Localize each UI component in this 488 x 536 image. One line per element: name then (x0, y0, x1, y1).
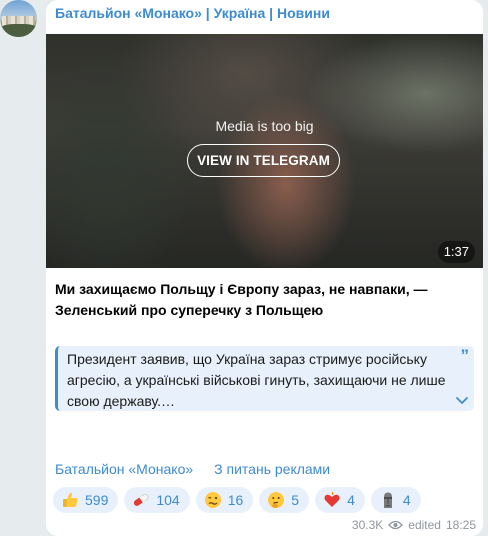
reactions-bar: 599 104 16 5 4 4 (53, 487, 421, 513)
view-in-telegram-button[interactable]: VIEW IN TELEGRAM (187, 144, 340, 177)
woozy-face-icon (204, 492, 221, 508)
ads-link[interactable]: З питань реклами (214, 461, 330, 477)
eye-icon (388, 520, 404, 530)
footer-links: Батальйон «Монако» З питань реклами (55, 461, 330, 477)
heart-on-fire-icon (324, 491, 340, 507)
reaction-count: 104 (156, 492, 180, 508)
avatar-hill (0, 24, 37, 37)
message-bubble: Батальйон «Монако» | Україна | Новини Me… (46, 0, 483, 536)
channel-title[interactable]: Батальйон «Монако» | Україна | Новини (55, 5, 330, 21)
post-title: Ми захищаємо Польщу і Європу зараз, не н… (55, 281, 428, 318)
reaction-count: 4 (347, 492, 355, 508)
view-count: 30.3K (351, 518, 384, 532)
reaction-count: 16 (227, 492, 244, 508)
media-too-big-message: Media is too big (215, 118, 314, 134)
video-duration: 1:37 (437, 241, 475, 263)
reaction-thumbs-up[interactable]: 599 (53, 487, 119, 513)
thumbs-up-icon (63, 492, 78, 507)
reaction-count: 599 (85, 492, 109, 508)
message-meta: 30.3K edited 18:25 (352, 518, 476, 532)
pill-icon (134, 493, 149, 506)
channel-link[interactable]: Батальйон «Монако» (55, 461, 193, 477)
reaction-heart-on-fire[interactable]: 4 (315, 487, 365, 513)
reaction-pill[interactable]: 104 (124, 487, 190, 513)
chevron-down-icon[interactable] (455, 395, 469, 405)
moai-icon (383, 492, 392, 508)
channel-avatar[interactable] (0, 0, 37, 37)
video-preview[interactable]: Media is too big VIEW IN TELEGRAM 1:37 (46, 34, 483, 268)
quote-text: Президент заявив, що Україна зараз стрим… (67, 351, 446, 409)
reaction-count: 4 (402, 492, 411, 508)
edited-label: edited (408, 518, 441, 532)
reaction-thinking-face[interactable]: 5 (259, 487, 310, 513)
message-time: 18:25 (445, 518, 476, 532)
thinking-face-icon (268, 492, 285, 508)
reaction-woozy-face[interactable]: 16 (195, 487, 254, 513)
quote-block[interactable]: Президент заявив, що Україна зараз стрим… (55, 346, 474, 411)
reaction-moai[interactable]: 4 (370, 487, 421, 513)
quote-icon: ” (460, 346, 470, 365)
reaction-count: 5 (291, 492, 300, 508)
